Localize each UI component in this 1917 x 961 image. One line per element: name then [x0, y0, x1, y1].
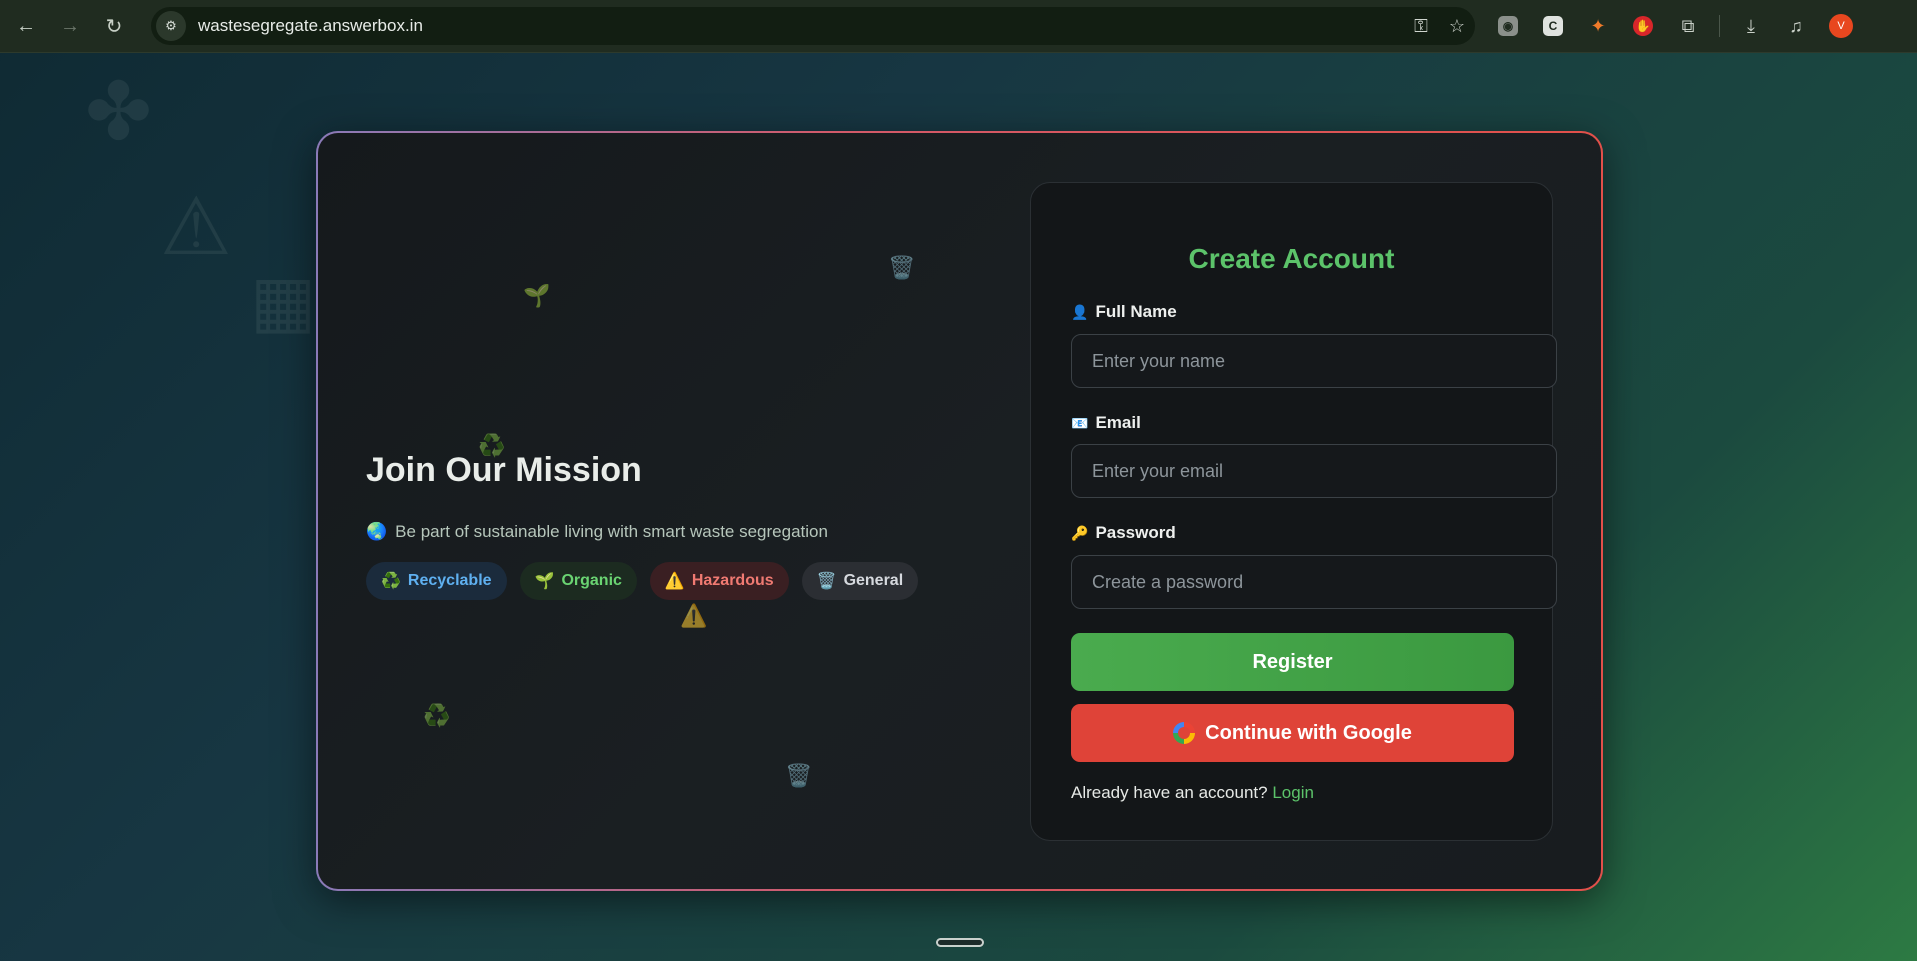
profile-avatar[interactable]: V: [1823, 8, 1859, 44]
login-link[interactable]: Login: [1272, 783, 1314, 802]
full-name-label-text: Full Name: [1095, 302, 1177, 321]
sprout-icon: 🌱: [534, 573, 555, 590]
trash-bin-icon: 🗑️: [816, 573, 837, 590]
login-prompt: Already have an account? Login: [1071, 783, 1314, 803]
extensions-area: ◉ C ✦ ✋ ⧉ ⤓ ♫ V: [1490, 8, 1859, 44]
category-chips: ♻️ Recyclable 🌱 Organic ⚠️ Hazardous 🗑️ …: [366, 562, 919, 600]
bg-warning-icon: ⚠: [160, 182, 232, 271]
warning-icon: ⚠️: [664, 573, 685, 590]
reload-icon[interactable]: ↻: [96, 8, 132, 44]
google-icon: [1173, 722, 1196, 744]
camera-extension-icon[interactable]: ◉: [1490, 8, 1526, 44]
login-prompt-text: Already have an account?: [1071, 783, 1268, 802]
bg-sprout-icon: ✤: [85, 67, 153, 156]
adblock-extension-icon[interactable]: ✋: [1625, 8, 1661, 44]
register-button-label: Register: [1252, 650, 1333, 673]
mission-title: Join Our Mission: [366, 451, 642, 489]
signup-card-inner: 🗑️ 🌱 ♻️ ⚠️ ♻️ 🗑️ Join Our Mission 🌏 Be p…: [318, 133, 1601, 889]
chip-general: 🗑️ General: [801, 562, 919, 600]
media-controls-icon[interactable]: ♫: [1778, 8, 1814, 44]
user-icon: 👤: [1071, 303, 1089, 320]
email-icon: 📧: [1071, 414, 1089, 431]
forward-icon[interactable]: →: [52, 8, 88, 44]
recycle-icon: ♻️: [381, 573, 401, 590]
chip-organic: 🌱 Organic: [519, 562, 637, 600]
email-input[interactable]: [1071, 444, 1557, 498]
tagline-text: Be part of sustainable living with smart…: [395, 522, 828, 541]
email-label: 📧 Email: [1071, 413, 1141, 433]
float-bin-icon: 🗑️: [888, 255, 916, 280]
password-label: 🔑 Password: [1071, 523, 1176, 543]
password-label-text: Password: [1095, 523, 1176, 542]
download-icon[interactable]: ⤓: [1733, 8, 1769, 44]
full-name-label: 👤 Full Name: [1071, 302, 1177, 322]
google-signin-button[interactable]: Continue with Google: [1071, 704, 1514, 762]
chip-label: General: [843, 572, 904, 589]
site-info-icon[interactable]: ⚙: [156, 11, 186, 41]
avatar: V: [1829, 14, 1853, 38]
browser-toolbar: ← → ↻ ⚙ wastesegregate.answerbox.in ⚿ ☆ …: [0, 0, 1917, 53]
chip-recyclable: ♻️ Recyclable: [366, 562, 507, 600]
chip-label: Organic: [561, 572, 622, 589]
chip-hazardous: ⚠️ Hazardous: [649, 562, 789, 600]
email-label-text: Email: [1095, 413, 1141, 432]
chip-label: Hazardous: [691, 572, 774, 589]
brush-extension-icon[interactable]: ✦: [1580, 8, 1616, 44]
toolbar-divider: [1719, 15, 1720, 37]
chip-label: Recyclable: [407, 572, 492, 589]
register-form: Create Account 👤 Full Name 📧 Email 🔑 Pas…: [1030, 182, 1557, 841]
extensions-puzzle-icon[interactable]: ⧉: [1670, 8, 1706, 44]
mission-tagline: 🌏 Be part of sustainable living with sma…: [366, 522, 918, 542]
bg-bin-icon: ▦: [250, 262, 317, 340]
signup-card: 🗑️ 🌱 ♻️ ⚠️ ♻️ 🗑️ Join Our Mission 🌏 Be p…: [316, 131, 1603, 891]
float-bin-icon: 🗑️: [785, 763, 813, 788]
form-title: Create Account: [1188, 243, 1395, 274]
globe-icon: 🌏: [366, 522, 388, 541]
bookmark-star-icon[interactable]: ☆: [1439, 8, 1475, 44]
float-recycle-icon: ♻️: [423, 703, 451, 728]
float-sprout-icon: 🌱: [523, 283, 551, 308]
google-button-label: Continue with Google: [1205, 721, 1412, 744]
mission-section: Join Our Mission 🌏 Be part of sustainabl…: [366, 451, 919, 600]
address-bar[interactable]: ⚙ wastesegregate.answerbox.in ⚿ ☆: [151, 7, 1475, 45]
url-text[interactable]: wastesegregate.answerbox.in: [198, 16, 1403, 36]
back-icon[interactable]: ←: [8, 8, 44, 44]
grammar-extension-icon[interactable]: C: [1535, 8, 1571, 44]
float-warning-icon: ⚠️: [680, 603, 708, 628]
key-icon: 🔑: [1071, 524, 1089, 541]
register-button[interactable]: Register: [1071, 633, 1514, 691]
password-input[interactable]: [1071, 555, 1557, 609]
full-name-input[interactable]: [1071, 334, 1557, 388]
scroll-handle[interactable]: [936, 938, 984, 947]
password-key-icon[interactable]: ⚿: [1403, 8, 1439, 44]
